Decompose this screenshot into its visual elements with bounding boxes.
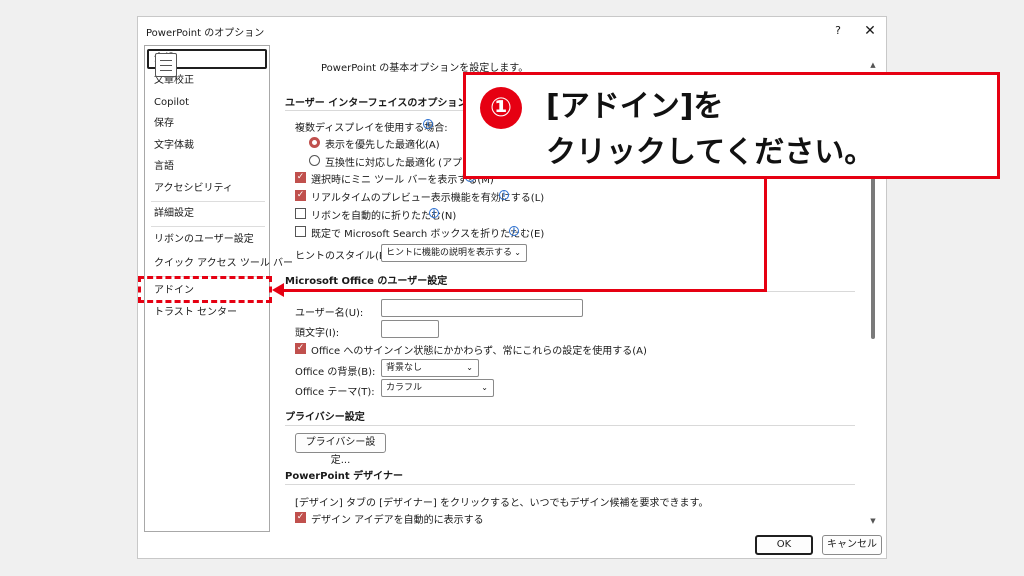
designer-description: [デザイン] タブの [デザイナー] をクリックすると、いつでもデザイン候補を要… xyxy=(295,498,709,509)
designer-auto-show-checkbox[interactable]: ✓ xyxy=(295,512,306,523)
callout-connector xyxy=(764,179,767,292)
username-label: ユーザー名(U): xyxy=(295,308,364,319)
optimize-appearance-radio[interactable] xyxy=(309,137,320,148)
options-document-icon xyxy=(155,53,177,77)
designer-heading: PowerPoint デザイナー xyxy=(285,471,403,482)
scroll-down-icon[interactable]: ▼ xyxy=(868,517,878,525)
scroll-up-icon[interactable]: ▲ xyxy=(868,61,878,69)
sidebar-item-save[interactable]: 保存 xyxy=(147,114,267,134)
sidebar-item-accessibility[interactable]: アクセシビリティ xyxy=(147,179,267,199)
live-preview-label: リアルタイムのプレビュー表示機能を有効にする(L) xyxy=(311,193,545,204)
sidebar-item-advanced[interactable]: 詳細設定 xyxy=(147,204,267,224)
title-bar: PowerPoint のオプション ? ✕ xyxy=(138,17,886,45)
office-background-value: 背景なし xyxy=(386,363,423,373)
section-divider xyxy=(285,425,855,426)
collapse-ribbon-checkbox[interactable] xyxy=(295,208,306,219)
sidebar-item-typography[interactable]: 文字体裁 xyxy=(147,136,267,156)
sidebar-item-language[interactable]: 言語 xyxy=(147,157,267,177)
info-icon: i xyxy=(423,119,433,129)
callout-line-2: クリックしてください。 xyxy=(546,135,875,170)
help-button[interactable]: ? xyxy=(828,21,848,41)
office-theme-value: カラフル xyxy=(386,383,423,393)
chevron-down-icon: ⌄ xyxy=(514,248,521,257)
step-number-badge: ① xyxy=(480,87,522,129)
designer-auto-show-label: デザイン アイデアを自動的に表示する xyxy=(311,515,484,526)
ok-button[interactable]: OK xyxy=(755,535,813,555)
info-icon: i xyxy=(509,226,519,236)
office-background-select[interactable]: 背景なし ⌄ xyxy=(381,359,479,377)
tooltip-style-value: ヒントに機能の説明を表示する xyxy=(386,248,513,258)
add-ins-highlight xyxy=(138,276,272,303)
collapse-search-checkbox[interactable] xyxy=(295,226,306,237)
optimize-appearance-label: 表示を優先した最適化(A) xyxy=(325,140,440,151)
initials-label: 頭文字(I): xyxy=(295,328,340,339)
info-icon: i xyxy=(499,190,509,200)
chevron-down-icon: ⌄ xyxy=(466,363,473,372)
live-preview-checkbox[interactable]: ✓ xyxy=(295,190,306,201)
privacy-settings-button[interactable]: プライバシー設定... xyxy=(295,433,386,466)
ui-options-heading: ユーザー インターフェイスのオプション xyxy=(285,98,468,109)
always-use-values-label: Office へのサインイン状態にかかわらず、常にこれらの設定を使用する(A) xyxy=(311,346,647,357)
username-input[interactable] xyxy=(381,299,583,317)
arrow-left-icon xyxy=(272,283,284,297)
initials-input[interactable] xyxy=(381,320,439,338)
sidebar-item-trust-center[interactable]: トラスト センター xyxy=(147,303,267,323)
callout-line-1: [アドイン]を xyxy=(546,89,724,124)
cancel-button[interactable]: キャンセル xyxy=(822,535,882,555)
section-divider xyxy=(285,484,855,485)
sidebar-separator xyxy=(151,226,265,227)
callout-connector xyxy=(283,289,767,292)
optimize-compat-radio[interactable] xyxy=(309,155,320,166)
window-title: PowerPoint のオプション xyxy=(146,28,265,39)
tooltip-style-select[interactable]: ヒントに機能の説明を表示する ⌄ xyxy=(381,244,527,262)
tooltip-style-label: ヒントのスタイル(R): xyxy=(295,251,394,262)
office-theme-select[interactable]: カラフル ⌄ xyxy=(381,379,494,397)
sidebar-item-customize-ribbon[interactable]: リボンのユーザー設定 xyxy=(147,230,267,250)
sidebar-item-copilot[interactable]: Copilot xyxy=(147,93,267,113)
always-use-values-checkbox[interactable]: ✓ xyxy=(295,343,306,354)
office-theme-label: Office テーマ(T): xyxy=(295,387,375,398)
office-background-label: Office の背景(B): xyxy=(295,367,376,378)
mini-toolbar-checkbox[interactable]: ✓ xyxy=(295,172,306,183)
close-button[interactable]: ✕ xyxy=(860,21,880,41)
sidebar-separator xyxy=(151,201,265,202)
chevron-down-icon: ⌄ xyxy=(481,383,488,392)
info-icon: i xyxy=(429,208,439,218)
instruction-callout: ① [アドイン]を クリックしてください。 xyxy=(463,72,1000,179)
privacy-heading: プライバシー設定 xyxy=(285,412,365,423)
office-settings-heading: Microsoft Office のユーザー設定 xyxy=(285,276,448,287)
sidebar-item-quick-access-toolbar[interactable]: クイック アクセス ツール バー xyxy=(147,254,293,274)
